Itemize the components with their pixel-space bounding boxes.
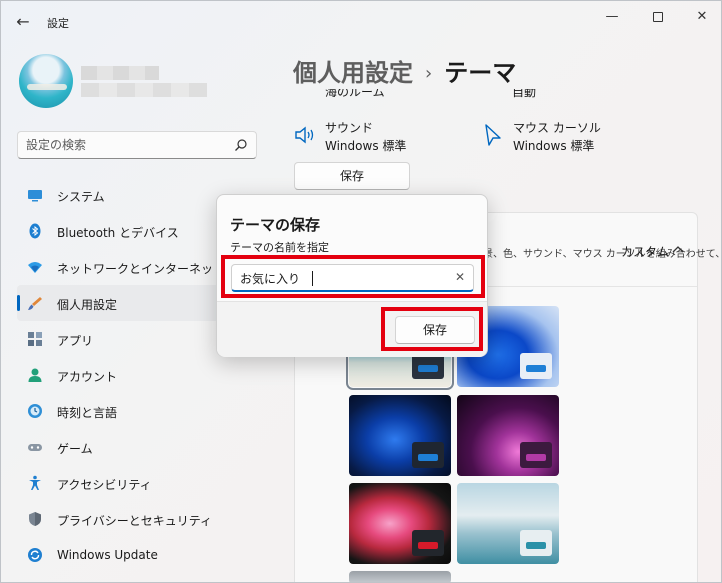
accessibility-icon: [29, 475, 41, 490]
avatar[interactable]: [19, 54, 73, 108]
sidebar-item-label: ネットワークとインターネット: [57, 262, 226, 276]
sidebar-item-label: Windows Update: [57, 548, 158, 562]
back-button[interactable]: ←: [11, 11, 35, 33]
monitor-icon: [28, 190, 42, 202]
active-indicator: [17, 295, 20, 311]
speaker-icon: [295, 126, 314, 144]
theme-tile-windows-dark[interactable]: [349, 395, 451, 476]
sidebar-item-label: プライバシーとセキュリティ: [57, 514, 213, 528]
settings-window: ← 設定 — ✕ システム Bluetooth とデバイス ネットワークとインタ…: [0, 0, 722, 583]
breadcrumb-parent[interactable]: 個人用設定: [293, 59, 413, 87]
window-title: 設定: [47, 17, 69, 30]
user-name-redacted: [81, 66, 159, 80]
save-theme-button[interactable]: 保存: [294, 162, 410, 190]
sidebar-item-accessibility[interactable]: アクセシビリティ: [17, 465, 257, 501]
sidebar-item-accounts[interactable]: アカウント: [17, 357, 257, 393]
current-theme-name: カスタム: [621, 245, 670, 259]
chevron-right-icon: ›: [425, 63, 433, 84]
gamepad-icon: [28, 444, 42, 451]
apps-icon: [28, 332, 42, 346]
sidebar-item-label: ゲーム: [57, 442, 93, 456]
shield-icon: [29, 512, 41, 526]
sidebar-item-label: アプリ: [57, 334, 94, 348]
theme-color-swatch: [412, 442, 444, 468]
sidebar-item-label: 個人用設定: [57, 298, 118, 312]
theme-tile-captured-motion[interactable]: [349, 483, 451, 564]
sidebar-item-windows-update[interactable]: Windows Update: [17, 537, 257, 573]
cursor-icon: [485, 124, 501, 146]
settings-search[interactable]: [17, 131, 257, 159]
person-icon: [28, 368, 42, 382]
theme-color-swatch: [520, 442, 552, 468]
sidebar-item-label: Bluetooth とデバイス: [57, 226, 179, 240]
sound-value: Windows 標準: [325, 139, 407, 153]
sidebar-item-time-language[interactable]: 時刻と言語: [17, 393, 257, 429]
close-icon: ✕: [696, 9, 708, 24]
theme-color-swatch: [412, 530, 444, 556]
dialog-title: テーマの保存: [230, 216, 321, 234]
minimize-button[interactable]: —: [595, 7, 629, 27]
sidebar-item-gaming[interactable]: ゲーム: [17, 429, 257, 465]
theme-color-swatch: [520, 353, 552, 379]
maximize-button[interactable]: [641, 7, 675, 27]
highlight-box-name-field: [221, 255, 485, 298]
cursor-label: マウス カーソル: [513, 121, 601, 135]
highlight-box-save-button: [381, 307, 483, 351]
search-input[interactable]: [26, 137, 226, 153]
sidebar-item-label: 時刻と言語: [57, 406, 118, 420]
sidebar-item-label: システム: [57, 190, 105, 204]
minimize-icon: —: [605, 9, 619, 24]
background-value-partial: 海のルーム: [325, 89, 385, 99]
bluetooth-icon: [29, 223, 41, 239]
theme-tile-partial[interactable]: [349, 571, 451, 582]
theme-name-label: テーマの名前を指定: [230, 241, 329, 254]
maximize-icon: [653, 11, 663, 22]
theme-color-swatch: [520, 530, 552, 556]
close-button[interactable]: ✕: [685, 7, 719, 27]
breadcrumb: 個人用設定 › テーマ: [293, 53, 516, 88]
title-bar: ← 設定 — ✕: [1, 1, 721, 41]
theme-tile-glow[interactable]: [457, 395, 559, 476]
sidebar-item-privacy[interactable]: プライバシーとセキュリティ: [17, 501, 257, 537]
color-value-partial: 自動: [512, 89, 537, 99]
sync-icon: [28, 548, 42, 562]
wifi-icon: [28, 262, 42, 273]
back-arrow-icon: ←: [16, 12, 30, 31]
user-email-redacted: [81, 83, 207, 97]
sidebar-item-label: アクセシビリティ: [57, 478, 152, 492]
clock-globe-icon: [28, 404, 42, 418]
sidebar-item-label: アカウント: [57, 370, 118, 384]
chevron-up-icon[interactable]: [671, 243, 685, 257]
cursor-value: Windows 標準: [513, 139, 595, 153]
sound-label: サウンド: [325, 121, 374, 135]
page-title: テーマ: [444, 59, 517, 87]
search-icon[interactable]: [234, 138, 248, 152]
theme-tile-flow[interactable]: [457, 483, 559, 564]
paintbrush-icon: [28, 297, 42, 310]
